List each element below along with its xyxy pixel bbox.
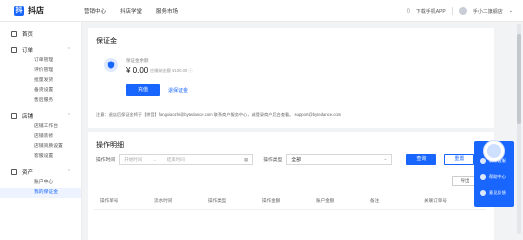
avatar[interactable] <box>458 7 467 15</box>
sidebar-item-account-center[interactable]: 账户中心 <box>0 178 81 188</box>
deposit-balance-label: 保证金余额 <box>126 58 149 63</box>
logo-icon: 抖 <box>14 5 24 16</box>
contact-note: 注意：退店后保证金将于【拼音】fangxiaozhi@bytedance.com… <box>96 112 342 117</box>
sidebar-item-label: 首页 <box>22 32 34 38</box>
sidebar-group-label: 店铺 <box>22 114 34 120</box>
sidebar-item-stock-settings[interactable]: 备货设置 <box>0 86 81 96</box>
date-range-picker[interactable]: 开始时间 → 结束时间 ▦ <box>119 154 254 165</box>
start-date-input[interactable]: 开始时间 <box>124 157 142 163</box>
divider <box>451 7 453 15</box>
sidebar-item-customer-service[interactable]: 客服设置 <box>0 152 81 162</box>
records-card: 操作明细 操作时间 开始时间 → 结束时间 ▦ 操作类型 全部 ⌄ 查询 重置 … <box>88 132 494 240</box>
column-header: 备注 <box>370 197 380 203</box>
deposit-card: 保证金 保证金余额 ¥ 0.00 应缴纳金额 ¥100.00 ⓘ 充值 退保证金… <box>88 28 494 128</box>
reset-button[interactable]: 重置 <box>444 154 475 165</box>
float-item-feedback[interactable]: 意见反馈 <box>474 185 514 201</box>
home-icon <box>11 31 17 37</box>
float-item-label: 帮助中心 <box>489 174 506 179</box>
chevron-down-icon[interactable]: ⌄ <box>509 8 513 14</box>
assistant-avatar-icon[interactable] <box>483 140 505 162</box>
assistant-face <box>487 144 501 158</box>
chevron-up-icon: ⌃ <box>66 113 71 119</box>
calendar-icon: ▦ <box>243 156 249 162</box>
chevron-up-icon: ⌃ <box>66 169 71 175</box>
sidebar-item-batch-ship[interactable]: 批量发货 <box>0 76 81 86</box>
shield-icon <box>104 58 118 72</box>
sidebar-item-order-manage[interactable]: 订单管理 <box>0 56 81 66</box>
app-name: 抖店 <box>28 6 44 15</box>
sidebar-item-reviews[interactable]: 评价管理 <box>0 66 81 76</box>
feedback-icon <box>480 190 486 196</box>
page-title: 保证金 <box>96 38 117 45</box>
sidebar-group-assets[interactable]: 资产 ⌃ <box>0 166 81 178</box>
sidebar-item-store-workbench[interactable]: 店铺工作台 <box>0 122 81 132</box>
store-icon <box>11 113 17 119</box>
nav-service-market[interactable]: 服务市场 <box>156 7 178 15</box>
sidebar-group-label: 资产 <box>22 170 34 176</box>
wallet-icon <box>11 169 17 175</box>
chevron-up-icon: ⌃ <box>66 47 71 53</box>
deposit-amount: ¥ 0.00 <box>126 66 149 75</box>
type-select-value: 全部 <box>291 158 302 163</box>
headset-icon <box>480 158 486 164</box>
query-button[interactable]: 查询 <box>406 154 437 165</box>
column-header: 账户金额 <box>316 197 335 203</box>
chevron-down-icon: ⌄ <box>383 157 388 162</box>
nav-marketing[interactable]: 营销中心 <box>84 7 106 15</box>
download-app-link[interactable]: 下载手机APP <box>416 8 446 15</box>
type-label: 操作类型 <box>263 158 283 163</box>
help-icon <box>480 174 486 180</box>
top-nav: 营销中心 抖店学堂 服务市场 <box>84 7 178 15</box>
sidebar: 首页 订单 ⌃ 订单管理 评价管理 批量发货 备货设置 售后服务 店铺 ⌃ 店铺… <box>0 22 82 240</box>
sidebar-item-home[interactable]: 首页 <box>0 28 81 40</box>
refund-deposit-link[interactable]: 退保证金 <box>168 87 188 94</box>
nav-academy[interactable]: 抖店学堂 <box>120 7 142 15</box>
order-icon <box>11 47 17 53</box>
section-title: 操作明细 <box>96 142 124 149</box>
column-header: 流水时间 <box>154 197 173 203</box>
deposit-required-note: 应缴纳金额 ¥100.00 ⓘ <box>150 68 193 73</box>
float-item-help[interactable]: 帮助中心 <box>474 169 514 185</box>
float-item-label: 意见反馈 <box>489 190 506 195</box>
sidebar-group-orders[interactable]: 订单 ⌃ <box>0 44 81 56</box>
table-header: 操作单号 流水时间 操作类型 操作金额 账户金额 备注 关联订单号 <box>94 192 486 210</box>
top-bar: 抖 抖店 营销中心 抖店学堂 服务市场 ▯ 下载手机APP 手小二旗舰店 ⌄ <box>0 0 523 22</box>
filter-bar: 操作时间 开始时间 → 结束时间 ▦ 操作类型 全部 ⌄ 查询 重置 <box>96 154 475 165</box>
sidebar-item-store-decor[interactable]: 店铺装修 <box>0 132 81 142</box>
end-date-input[interactable]: 结束时间 <box>167 157 185 163</box>
column-header: 操作单号 <box>100 197 119 203</box>
column-header: 操作金额 <box>262 197 281 203</box>
user-name[interactable]: 手小二旗舰店 <box>473 8 503 15</box>
column-header: 操作类型 <box>208 197 227 203</box>
sidebar-item-after-sales[interactable]: 售后服务 <box>0 96 81 106</box>
phone-icon: ▯ <box>407 8 410 14</box>
sidebar-group-label: 订单 <box>22 48 34 54</box>
sidebar-item-store-qualification[interactable]: 店铺资质设置 <box>0 142 81 152</box>
range-arrow-icon: → <box>152 157 157 162</box>
app-logo[interactable]: 抖 抖店 <box>14 5 84 16</box>
time-label: 操作时间 <box>96 158 116 163</box>
scrollbar[interactable] <box>517 24 521 234</box>
scroll-thumb[interactable] <box>517 34 521 124</box>
sidebar-item-my-deposit[interactable]: 我的保证金 <box>0 188 81 198</box>
type-select[interactable]: 全部 ⌄ <box>286 154 393 165</box>
top-right: ▯ 下载手机APP 手小二旗舰店 ⌄ <box>407 0 513 22</box>
recharge-button[interactable]: 充值 <box>126 84 160 96</box>
sidebar-group-store[interactable]: 店铺 ⌃ <box>0 110 81 122</box>
